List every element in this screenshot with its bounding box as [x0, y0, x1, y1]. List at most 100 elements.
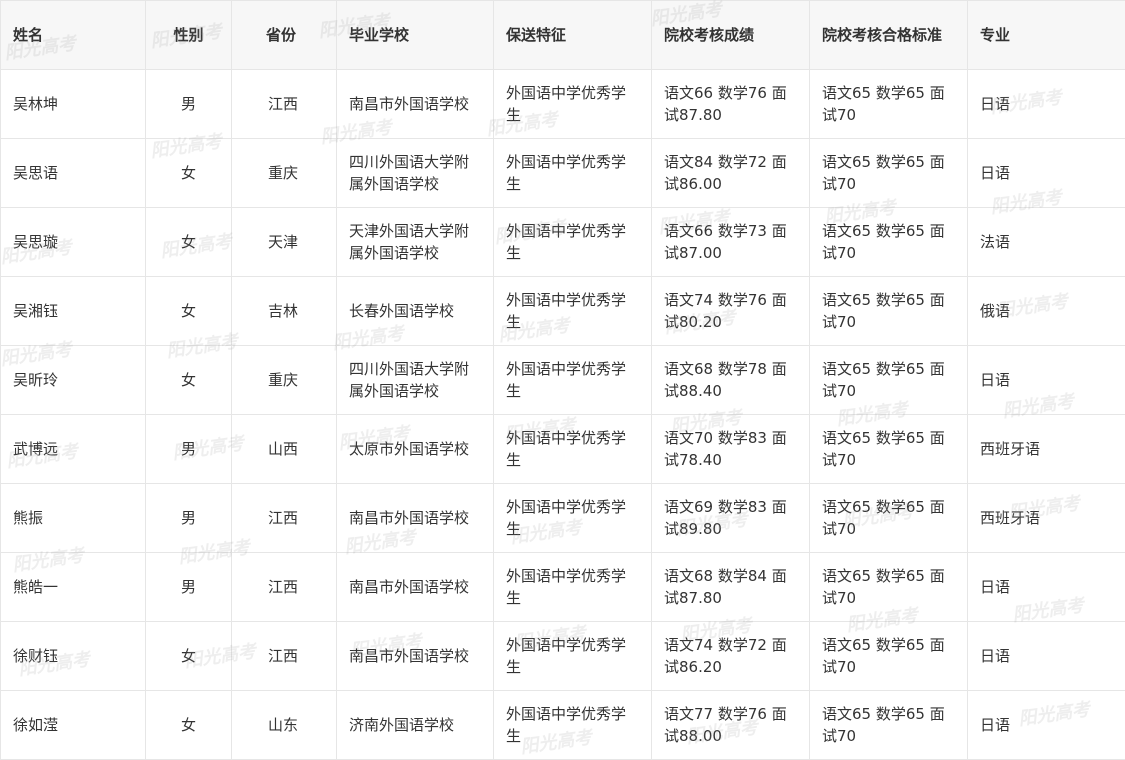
cell-major: 俄语	[967, 276, 1125, 346]
header-major: 专业	[967, 0, 1125, 70]
cell-score: 语文70 数学83 面试78.40	[651, 414, 810, 484]
cell-major: 日语	[967, 552, 1125, 622]
cell-feature: 外国语中学优秀学生	[493, 276, 652, 346]
cell-major: 西班牙语	[967, 414, 1125, 484]
cell-name: 熊振	[0, 483, 146, 553]
cell-standard: 语文65 数学65 面试70	[809, 483, 968, 553]
table-row: 吴林坤 男 江西 南昌市外国语学校 外国语中学优秀学生 语文66 数学76 面试…	[0, 69, 1125, 139]
header-school: 毕业学校	[336, 0, 494, 70]
cell-province: 重庆	[231, 138, 337, 208]
cell-score: 语文74 数学72 面试86.20	[651, 621, 810, 691]
cell-school: 四川外国语大学附属外国语学校	[336, 138, 494, 208]
cell-feature: 外国语中学优秀学生	[493, 69, 652, 139]
cell-major: 西班牙语	[967, 483, 1125, 553]
cell-gender: 女	[145, 690, 232, 760]
cell-feature: 外国语中学优秀学生	[493, 138, 652, 208]
cell-standard: 语文65 数学65 面试70	[809, 69, 968, 139]
cell-feature: 外国语中学优秀学生	[493, 690, 652, 760]
cell-score: 语文69 数学83 面试89.80	[651, 483, 810, 553]
table-header-row: 姓名 性别 省份 毕业学校 保送特征 院校考核成绩 院校考核合格标准 专业	[0, 0, 1125, 70]
admissions-table: 姓名 性别 省份 毕业学校 保送特征 院校考核成绩 院校考核合格标准 专业 吴林…	[0, 0, 1125, 760]
cell-major: 日语	[967, 621, 1125, 691]
table-row: 徐如滢 女 山东 济南外国语学校 外国语中学优秀学生 语文77 数学76 面试8…	[0, 690, 1125, 760]
cell-name: 武博远	[0, 414, 146, 484]
cell-score: 语文77 数学76 面试88.00	[651, 690, 810, 760]
header-standard: 院校考核合格标准	[809, 0, 968, 70]
cell-name: 熊皓一	[0, 552, 146, 622]
table-row: 徐财钰 女 江西 南昌市外国语学校 外国语中学优秀学生 语文74 数学72 面试…	[0, 621, 1125, 691]
header-feature: 保送特征	[493, 0, 652, 70]
cell-score: 语文74 数学76 面试80.20	[651, 276, 810, 346]
table-row: 吴昕玲 女 重庆 四川外国语大学附属外国语学校 外国语中学优秀学生 语文68 数…	[0, 345, 1125, 415]
cell-school: 南昌市外国语学校	[336, 69, 494, 139]
cell-major: 日语	[967, 690, 1125, 760]
cell-school: 南昌市外国语学校	[336, 621, 494, 691]
cell-province: 江西	[231, 552, 337, 622]
cell-province: 江西	[231, 483, 337, 553]
cell-major: 日语	[967, 345, 1125, 415]
table-row: 吴湘钰 女 吉林 长春外国语学校 外国语中学优秀学生 语文74 数学76 面试8…	[0, 276, 1125, 346]
header-gender: 性别	[145, 0, 232, 70]
cell-score: 语文66 数学76 面试87.80	[651, 69, 810, 139]
cell-school: 四川外国语大学附属外国语学校	[336, 345, 494, 415]
cell-province: 山东	[231, 690, 337, 760]
cell-feature: 外国语中学优秀学生	[493, 552, 652, 622]
cell-school: 太原市外国语学校	[336, 414, 494, 484]
cell-school: 天津外国语大学附属外国语学校	[336, 207, 494, 277]
cell-school: 济南外国语学校	[336, 690, 494, 760]
cell-gender: 女	[145, 621, 232, 691]
cell-standard: 语文65 数学65 面试70	[809, 207, 968, 277]
cell-standard: 语文65 数学65 面试70	[809, 621, 968, 691]
cell-major: 日语	[967, 138, 1125, 208]
cell-score: 语文68 数学84 面试87.80	[651, 552, 810, 622]
cell-gender: 男	[145, 69, 232, 139]
table-row: 熊振 男 江西 南昌市外国语学校 外国语中学优秀学生 语文69 数学83 面试8…	[0, 483, 1125, 553]
cell-school: 长春外国语学校	[336, 276, 494, 346]
cell-feature: 外国语中学优秀学生	[493, 345, 652, 415]
cell-standard: 语文65 数学65 面试70	[809, 138, 968, 208]
cell-province: 山西	[231, 414, 337, 484]
cell-name: 吴思璇	[0, 207, 146, 277]
cell-gender: 男	[145, 414, 232, 484]
cell-gender: 女	[145, 276, 232, 346]
cell-major: 日语	[967, 69, 1125, 139]
cell-school: 南昌市外国语学校	[336, 483, 494, 553]
cell-province: 天津	[231, 207, 337, 277]
table-row: 武博远 男 山西 太原市外国语学校 外国语中学优秀学生 语文70 数学83 面试…	[0, 414, 1125, 484]
cell-standard: 语文65 数学65 面试70	[809, 345, 968, 415]
cell-score: 语文66 数学73 面试87.00	[651, 207, 810, 277]
cell-score: 语文84 数学72 面试86.00	[651, 138, 810, 208]
cell-gender: 男	[145, 483, 232, 553]
table-row: 吴思璇 女 天津 天津外国语大学附属外国语学校 外国语中学优秀学生 语文66 数…	[0, 207, 1125, 277]
table-row: 熊皓一 男 江西 南昌市外国语学校 外国语中学优秀学生 语文68 数学84 面试…	[0, 552, 1125, 622]
header-province: 省份	[231, 0, 337, 70]
cell-name: 吴林坤	[0, 69, 146, 139]
cell-standard: 语文65 数学65 面试70	[809, 690, 968, 760]
cell-gender: 女	[145, 207, 232, 277]
cell-province: 吉林	[231, 276, 337, 346]
cell-standard: 语文65 数学65 面试70	[809, 552, 968, 622]
cell-score: 语文68 数学78 面试88.40	[651, 345, 810, 415]
header-name: 姓名	[0, 0, 146, 70]
cell-feature: 外国语中学优秀学生	[493, 621, 652, 691]
cell-gender: 女	[145, 138, 232, 208]
cell-province: 重庆	[231, 345, 337, 415]
cell-name: 吴思语	[0, 138, 146, 208]
cell-major: 法语	[967, 207, 1125, 277]
table-row: 吴思语 女 重庆 四川外国语大学附属外国语学校 外国语中学优秀学生 语文84 数…	[0, 138, 1125, 208]
cell-school: 南昌市外国语学校	[336, 552, 494, 622]
cell-name: 徐如滢	[0, 690, 146, 760]
cell-feature: 外国语中学优秀学生	[493, 483, 652, 553]
header-score: 院校考核成绩	[651, 0, 810, 70]
cell-name: 吴昕玲	[0, 345, 146, 415]
cell-name: 徐财钰	[0, 621, 146, 691]
cell-gender: 男	[145, 552, 232, 622]
cell-feature: 外国语中学优秀学生	[493, 207, 652, 277]
cell-standard: 语文65 数学65 面试70	[809, 414, 968, 484]
cell-province: 江西	[231, 621, 337, 691]
cell-name: 吴湘钰	[0, 276, 146, 346]
cell-feature: 外国语中学优秀学生	[493, 414, 652, 484]
cell-province: 江西	[231, 69, 337, 139]
cell-standard: 语文65 数学65 面试70	[809, 276, 968, 346]
cell-gender: 女	[145, 345, 232, 415]
